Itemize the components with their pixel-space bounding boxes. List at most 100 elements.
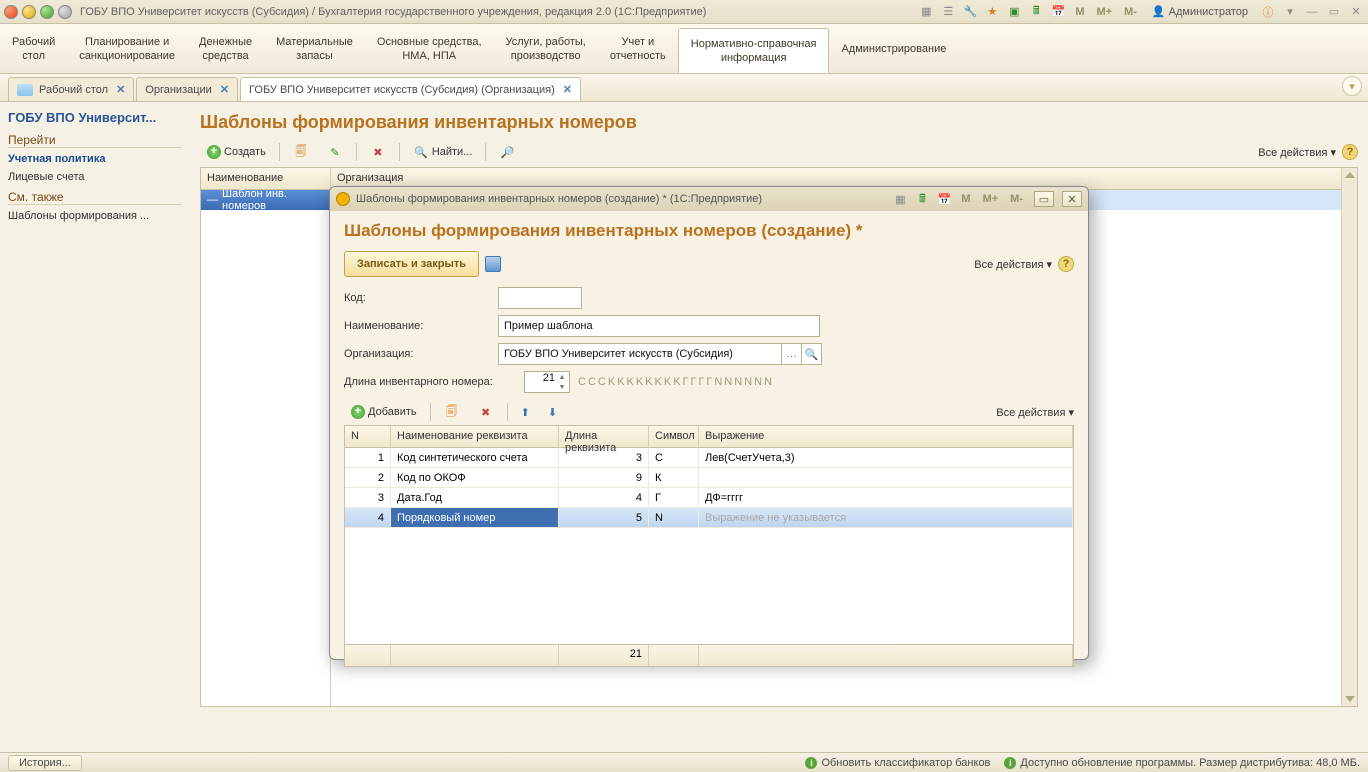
history-button[interactable]: История... [8, 755, 82, 771]
find-button[interactable]: 🔍 Найти... [406, 141, 480, 163]
toolbar-icon[interactable]: ▣ [1006, 4, 1022, 20]
all-actions-button[interactable]: Все действия ▾ [974, 258, 1052, 271]
close-tab-icon[interactable]: ✕ [116, 83, 125, 96]
toolbar-icon[interactable]: ▦ [892, 191, 908, 207]
traffic-yellow[interactable] [22, 5, 36, 19]
menu-money[interactable]: Денежные средства [187, 24, 264, 73]
traffic-grey[interactable] [58, 5, 72, 19]
status-bar: История... i Обновить классификатор банк… [0, 752, 1368, 772]
move-up-button[interactable]: ⬆ [514, 401, 537, 423]
close-icon[interactable]: ✕ [1348, 4, 1364, 20]
modal-close[interactable]: ✕ [1062, 191, 1082, 207]
move-down-button[interactable]: ⬇ [541, 401, 564, 423]
delete-icon: ✖ [478, 404, 494, 420]
menu-planning[interactable]: Планирование и санкционирование [67, 24, 187, 73]
user-block[interactable]: 👤 Администратор [1152, 5, 1248, 18]
info-icon[interactable]: ⓘ [1260, 4, 1276, 20]
calendar-icon[interactable]: 📅 [1050, 4, 1066, 20]
status-update-available[interactable]: i Доступно обновление программы. Размер … [1004, 757, 1360, 769]
menu-accounting[interactable]: Учет и отчетность [598, 24, 678, 73]
grid-header-sym[interactable]: Символ [649, 426, 699, 448]
org-lookup-button[interactable]: 🔍 [802, 343, 822, 365]
save-icon[interactable] [485, 256, 501, 272]
tab-label: Рабочий стол [39, 84, 108, 96]
grid-row[interactable]: 1 Код синтетического счета 3 С Лев(СчетУ… [345, 448, 1073, 468]
copy-icon: 🗐 [293, 144, 309, 160]
all-actions-button[interactable]: Все действия ▾ [1258, 146, 1336, 159]
mminus-button[interactable]: M- [1121, 6, 1140, 18]
sidebar-title[interactable]: ГОБУ ВПО Университ... [8, 110, 182, 125]
grid-header-n[interactable]: N [345, 426, 391, 448]
vertical-scrollbar[interactable] [1341, 168, 1357, 706]
attributes-grid: N Наименование реквизита Длина реквизита… [344, 425, 1074, 667]
tab-organizations[interactable]: Организации ✕ [136, 77, 238, 101]
stepper-down[interactable]: ▼ [556, 383, 568, 393]
help-icon[interactable]: ? [1058, 256, 1074, 272]
org-input[interactable] [498, 343, 782, 365]
sidebar-templates[interactable]: Шаблоны формирования ... [8, 207, 182, 225]
toolbar-icon[interactable]: ☰ [940, 4, 956, 20]
tabs-overflow-button[interactable]: ▾ [1342, 76, 1362, 96]
clear-find-button[interactable]: 🔎 [492, 141, 522, 163]
menu-assets[interactable]: Основные средства, НМА, НПА [365, 24, 494, 73]
create-button[interactable]: + Создать [200, 141, 273, 163]
all-actions-button[interactable]: Все действия ▾ [996, 406, 1074, 419]
menu-materials[interactable]: Материальные запасы [264, 24, 365, 73]
m-button[interactable]: M [1072, 6, 1087, 18]
copy-icon: 🗐 [444, 404, 460, 420]
grid-header-expr[interactable]: Выражение [699, 426, 1073, 448]
user-icon: 👤 [1152, 5, 1166, 18]
menu-admin[interactable]: Администрирование [829, 24, 958, 73]
window-title: ГОБУ ВПО Университет искусств (Субсидия)… [80, 6, 918, 18]
modal-title-text: Шаблоны формирования инвентарных номеров… [356, 193, 886, 205]
delete-row-button[interactable]: ✖ [471, 401, 501, 423]
help-icon[interactable]: ? [1342, 144, 1358, 160]
grid-row-selected[interactable]: 4 Порядковый номер 5 N Выражение не указ… [345, 508, 1073, 528]
copy-button[interactable]: 🗐 [286, 141, 316, 163]
mplus-button[interactable]: M+ [1094, 6, 1116, 18]
org-select-button[interactable]: … [782, 343, 802, 365]
add-row-button[interactable]: + Добавить [344, 401, 424, 423]
delete-button[interactable]: ✖ [363, 141, 393, 163]
menu-reference[interactable]: Нормативно-справочная информация [678, 28, 830, 73]
col-name-header[interactable]: Наименование [201, 168, 330, 190]
traffic-red[interactable] [4, 5, 18, 19]
toolbar-icon[interactable]: 🔧 [962, 4, 978, 20]
m-button[interactable]: M [958, 193, 973, 205]
name-input[interactable] [498, 315, 820, 337]
grid-header-len[interactable]: Длина реквизита [559, 426, 649, 448]
mplus-button[interactable]: M+ [980, 193, 1002, 205]
dropdown-icon[interactable]: ▾ [1282, 4, 1298, 20]
grid-row[interactable]: 3 Дата.Год 4 Г ДФ=гггг [345, 488, 1073, 508]
find-label: Найти... [432, 146, 473, 158]
tab-desktop[interactable]: Рабочий стол ✕ [8, 77, 134, 101]
copy-row-button[interactable]: 🗐 [437, 401, 467, 423]
mminus-button[interactable]: M- [1007, 193, 1026, 205]
separator [356, 143, 357, 161]
close-tab-icon[interactable]: ✕ [563, 83, 572, 96]
stepper-up[interactable]: ▲ [556, 373, 568, 383]
status-update-banks[interactable]: i Обновить классификатор банков [805, 757, 990, 769]
sidebar-accounts[interactable]: Лицевые счета [8, 168, 182, 186]
calc-icon[interactable]: 🖩 [1028, 4, 1044, 20]
star-icon[interactable]: ★ [984, 4, 1000, 20]
save-and-close-button[interactable]: Записать и закрыть [344, 251, 479, 277]
modal-maximize[interactable]: ▭ [1034, 191, 1054, 207]
close-tab-icon[interactable]: ✕ [220, 83, 229, 96]
code-input[interactable] [498, 287, 582, 309]
minimize-icon[interactable]: — [1304, 4, 1320, 20]
toolbar-icon[interactable]: ▦ [918, 4, 934, 20]
sidebar-accounting-policy[interactable]: Учетная политика [8, 150, 182, 168]
traffic-green[interactable] [40, 5, 54, 19]
menu-desktop[interactable]: Рабочий стол [0, 24, 67, 73]
calendar-icon[interactable]: 📅 [936, 191, 952, 207]
len-input[interactable]: 21 ▲▼ [524, 371, 570, 393]
grid-header-name[interactable]: Наименование реквизита [391, 426, 559, 448]
menu-services[interactable]: Услуги, работы, производство [494, 24, 598, 73]
calc-icon[interactable]: 🖩 [914, 191, 930, 207]
edit-button[interactable]: ✎ [320, 141, 350, 163]
tab-current[interactable]: ГОБУ ВПО Университет искусств (Субсидия)… [240, 77, 581, 101]
maximize-icon[interactable]: ▭ [1326, 4, 1342, 20]
grid-row[interactable]: 2 Код по ОКОФ 9 К [345, 468, 1073, 488]
table-row[interactable]: — Шаблон инв. номеров [201, 190, 330, 210]
